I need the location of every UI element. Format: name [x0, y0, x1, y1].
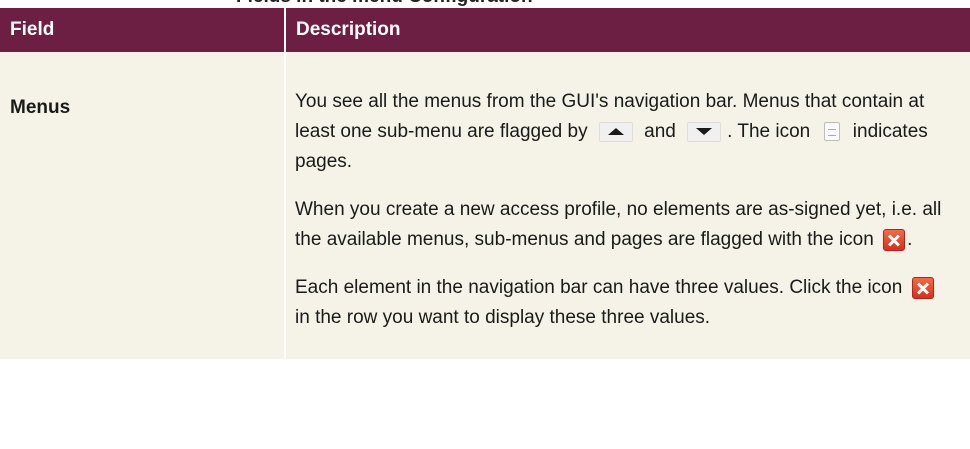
p1-text-c: . The icon: [727, 121, 816, 142]
field-description: You see all the menus from the GUI's nav…: [285, 52, 970, 359]
arrow-down-icon: [687, 121, 722, 142]
section-heading-text: Fields in the menu Configuration: [236, 0, 533, 8]
header-field: Field: [0, 8, 286, 52]
header-description: Description: [285, 8, 970, 52]
manual-page: Fields in the menu Configuration Field D…: [0, 0, 970, 449]
table-header-row: Field Description: [0, 8, 970, 52]
arrow-up-icon: [598, 121, 633, 142]
field-name-menus: Menus: [0, 52, 286, 359]
p2-text-b: .: [907, 229, 913, 250]
p3-text-b: in the row you want to display these thr…: [295, 307, 711, 328]
page-icon: [823, 122, 840, 142]
table-row: Menus You see all the menus from the GUI…: [0, 52, 970, 359]
description-paragraph-2: When you create a new access profile, no…: [295, 195, 952, 255]
description-paragraph-3: Each element in the navigation bar can h…: [295, 273, 952, 333]
p3-text-a: Each element in the navigation bar can h…: [295, 277, 908, 298]
red-x-icon: [911, 276, 934, 299]
red-x-icon: [883, 228, 906, 251]
fields-table: Field Description Menus You see all the …: [0, 8, 970, 359]
description-paragraph-1: You see all the menus from the GUI's nav…: [295, 87, 952, 177]
p2-text-a: When you create a new access profile, no…: [295, 199, 942, 250]
p1-text-b: and: [638, 121, 682, 142]
section-heading-clipped: Fields in the menu Configuration: [0, 0, 970, 8]
